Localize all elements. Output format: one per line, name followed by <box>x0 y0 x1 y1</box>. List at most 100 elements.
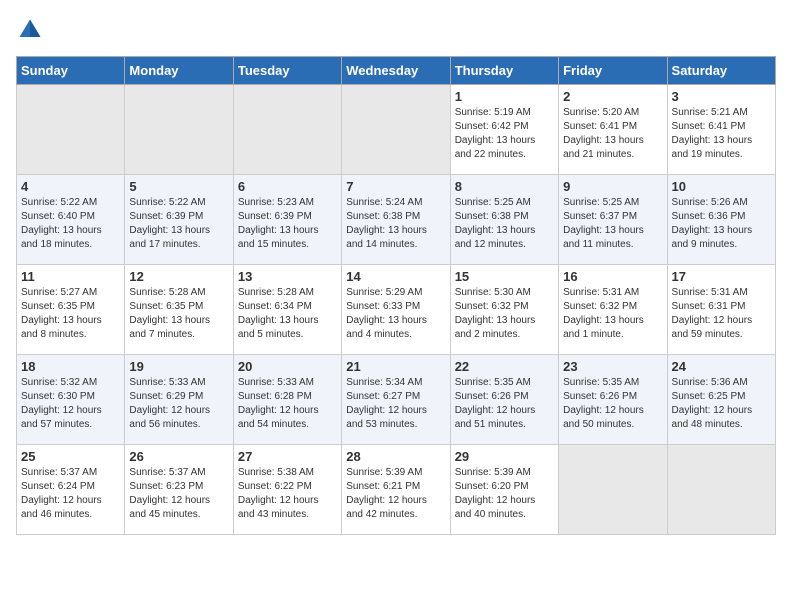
day-number: 28 <box>346 449 445 464</box>
day-info: Sunrise: 5:32 AMSunset: 6:30 PMDaylight:… <box>21 376 120 432</box>
day-cell: 5 Sunrise: 5:22 AMSunset: 6:39 PMDaylight… <box>125 175 233 265</box>
day-number: 10 <box>672 179 771 194</box>
day-cell <box>667 445 775 535</box>
day-cell: 29 Sunrise: 5:39 AMSunset: 6:20 PMDayligh… <box>450 445 558 535</box>
day-number: 4 <box>21 179 120 194</box>
day-cell: 12 Sunrise: 5:28 AMSunset: 6:35 PMDayligh… <box>125 265 233 355</box>
day-cell: 6 Sunrise: 5:23 AMSunset: 6:39 PMDaylight… <box>233 175 341 265</box>
logo-icon <box>16 16 44 44</box>
day-number: 16 <box>563 269 662 284</box>
day-number: 12 <box>129 269 228 284</box>
day-cell: 20 Sunrise: 5:33 AMSunset: 6:28 PMDayligh… <box>233 355 341 445</box>
day-info: Sunrise: 5:39 AMSunset: 6:21 PMDaylight:… <box>346 466 445 522</box>
day-cell <box>342 85 450 175</box>
header-cell-thursday: Thursday <box>450 57 558 85</box>
day-cell: 23 Sunrise: 5:35 AMSunset: 6:26 PMDayligh… <box>559 355 667 445</box>
day-info: Sunrise: 5:33 AMSunset: 6:29 PMDaylight:… <box>129 376 228 432</box>
day-number: 6 <box>238 179 337 194</box>
calendar-table: SundayMondayTuesdayWednesdayThursdayFrid… <box>16 56 776 535</box>
day-number: 29 <box>455 449 554 464</box>
day-cell: 26 Sunrise: 5:37 AMSunset: 6:23 PMDayligh… <box>125 445 233 535</box>
day-info: Sunrise: 5:25 AMSunset: 6:37 PMDaylight:… <box>563 196 662 252</box>
header-cell-sunday: Sunday <box>17 57 125 85</box>
header-cell-friday: Friday <box>559 57 667 85</box>
day-info: Sunrise: 5:39 AMSunset: 6:20 PMDaylight:… <box>455 466 554 522</box>
day-number: 23 <box>563 359 662 374</box>
week-row-4: 25 Sunrise: 5:37 AMSunset: 6:24 PMDayligh… <box>17 445 776 535</box>
day-number: 26 <box>129 449 228 464</box>
header <box>16 16 776 44</box>
header-cell-saturday: Saturday <box>667 57 775 85</box>
day-number: 2 <box>563 89 662 104</box>
day-info: Sunrise: 5:37 AMSunset: 6:23 PMDaylight:… <box>129 466 228 522</box>
day-cell: 9 Sunrise: 5:25 AMSunset: 6:37 PMDaylight… <box>559 175 667 265</box>
header-cell-monday: Monday <box>125 57 233 85</box>
day-number: 20 <box>238 359 337 374</box>
day-info: Sunrise: 5:22 AMSunset: 6:40 PMDaylight:… <box>21 196 120 252</box>
day-cell: 27Sunrise: 5:38 AMSunset: 6:22 PMDayligh… <box>233 445 341 535</box>
day-number: 21 <box>346 359 445 374</box>
day-info: Sunrise: 5:28 AMSunset: 6:34 PMDaylight:… <box>238 286 337 342</box>
day-info: Sunrise: 5:24 AMSunset: 6:38 PMDaylight:… <box>346 196 445 252</box>
day-info: Sunrise: 5:35 AMSunset: 6:26 PMDaylight:… <box>563 376 662 432</box>
day-info: Sunrise: 5:23 AMSunset: 6:39 PMDaylight:… <box>238 196 337 252</box>
day-number: 9 <box>563 179 662 194</box>
day-number: 25 <box>21 449 120 464</box>
day-info: Sunrise: 5:35 AMSunset: 6:26 PMDaylight:… <box>455 376 554 432</box>
day-cell: 3Sunrise: 5:21 AMSunset: 6:41 PMDaylight… <box>667 85 775 175</box>
day-cell: 15 Sunrise: 5:30 AMSunset: 6:32 PMDayligh… <box>450 265 558 355</box>
header-cell-tuesday: Tuesday <box>233 57 341 85</box>
day-info: Sunrise: 5:36 AMSunset: 6:25 PMDaylight:… <box>672 376 771 432</box>
day-info: Sunrise: 5:34 AMSunset: 6:27 PMDaylight:… <box>346 376 445 432</box>
day-number: 3 <box>672 89 771 104</box>
day-info: Sunrise: 5:26 AMSunset: 6:36 PMDaylight:… <box>672 196 771 252</box>
day-info: Sunrise: 5:33 AMSunset: 6:28 PMDaylight:… <box>238 376 337 432</box>
day-info: Sunrise: 5:29 AMSunset: 6:33 PMDaylight:… <box>346 286 445 342</box>
day-cell: 1 Sunrise: 5:19 AMSunset: 6:42 PMDaylight… <box>450 85 558 175</box>
day-cell: 24 Sunrise: 5:36 AMSunset: 6:25 PMDayligh… <box>667 355 775 445</box>
day-cell: 25 Sunrise: 5:37 AMSunset: 6:24 PMDayligh… <box>17 445 125 535</box>
day-number: 19 <box>129 359 228 374</box>
day-cell: 8Sunrise: 5:25 AMSunset: 6:38 PMDaylight… <box>450 175 558 265</box>
day-cell: 28 Sunrise: 5:39 AMSunset: 6:21 PMDayligh… <box>342 445 450 535</box>
day-number: 1 <box>455 89 554 104</box>
day-number: 14 <box>346 269 445 284</box>
day-info: Sunrise: 5:37 AMSunset: 6:24 PMDaylight:… <box>21 466 120 522</box>
day-cell: 16 Sunrise: 5:31 AMSunset: 6:32 PMDayligh… <box>559 265 667 355</box>
day-info: Sunrise: 5:20 AMSunset: 6:41 PMDaylight:… <box>563 106 662 162</box>
day-cell <box>559 445 667 535</box>
day-cell <box>233 85 341 175</box>
day-number: 17 <box>672 269 771 284</box>
day-info: Sunrise: 5:31 AMSunset: 6:32 PMDaylight:… <box>563 286 662 342</box>
day-number: 13 <box>238 269 337 284</box>
day-number: 8 <box>455 179 554 194</box>
day-number: 15 <box>455 269 554 284</box>
day-cell: 22 Sunrise: 5:35 AMSunset: 6:26 PMDayligh… <box>450 355 558 445</box>
day-number: 24 <box>672 359 771 374</box>
day-cell: 4 Sunrise: 5:22 AMSunset: 6:40 PMDaylight… <box>17 175 125 265</box>
day-info: Sunrise: 5:22 AMSunset: 6:39 PMDaylight:… <box>129 196 228 252</box>
day-cell <box>17 85 125 175</box>
logo <box>16 16 48 44</box>
day-number: 5 <box>129 179 228 194</box>
day-cell: 21 Sunrise: 5:34 AMSunset: 6:27 PMDayligh… <box>342 355 450 445</box>
day-info: Sunrise: 5:28 AMSunset: 6:35 PMDaylight:… <box>129 286 228 342</box>
day-number: 18 <box>21 359 120 374</box>
day-cell: 13 Sunrise: 5:28 AMSunset: 6:34 PMDayligh… <box>233 265 341 355</box>
day-info: Sunrise: 5:19 AMSunset: 6:42 PMDaylight:… <box>455 106 554 162</box>
header-cell-wednesday: Wednesday <box>342 57 450 85</box>
day-cell <box>125 85 233 175</box>
day-cell: 17Sunrise: 5:31 AMSunset: 6:31 PMDayligh… <box>667 265 775 355</box>
week-row-0: 1 Sunrise: 5:19 AMSunset: 6:42 PMDaylight… <box>17 85 776 175</box>
day-number: 7 <box>346 179 445 194</box>
week-row-2: 11Sunrise: 5:27 AMSunset: 6:35 PMDayligh… <box>17 265 776 355</box>
day-cell: 18 Sunrise: 5:32 AMSunset: 6:30 PMDayligh… <box>17 355 125 445</box>
day-cell: 19 Sunrise: 5:33 AMSunset: 6:29 PMDayligh… <box>125 355 233 445</box>
day-info: Sunrise: 5:30 AMSunset: 6:32 PMDaylight:… <box>455 286 554 342</box>
day-number: 22 <box>455 359 554 374</box>
day-number: 27 <box>238 449 337 464</box>
day-cell: 10 Sunrise: 5:26 AMSunset: 6:36 PMDayligh… <box>667 175 775 265</box>
week-row-3: 18 Sunrise: 5:32 AMSunset: 6:30 PMDayligh… <box>17 355 776 445</box>
day-cell: 7 Sunrise: 5:24 AMSunset: 6:38 PMDaylight… <box>342 175 450 265</box>
week-row-1: 4 Sunrise: 5:22 AMSunset: 6:40 PMDaylight… <box>17 175 776 265</box>
